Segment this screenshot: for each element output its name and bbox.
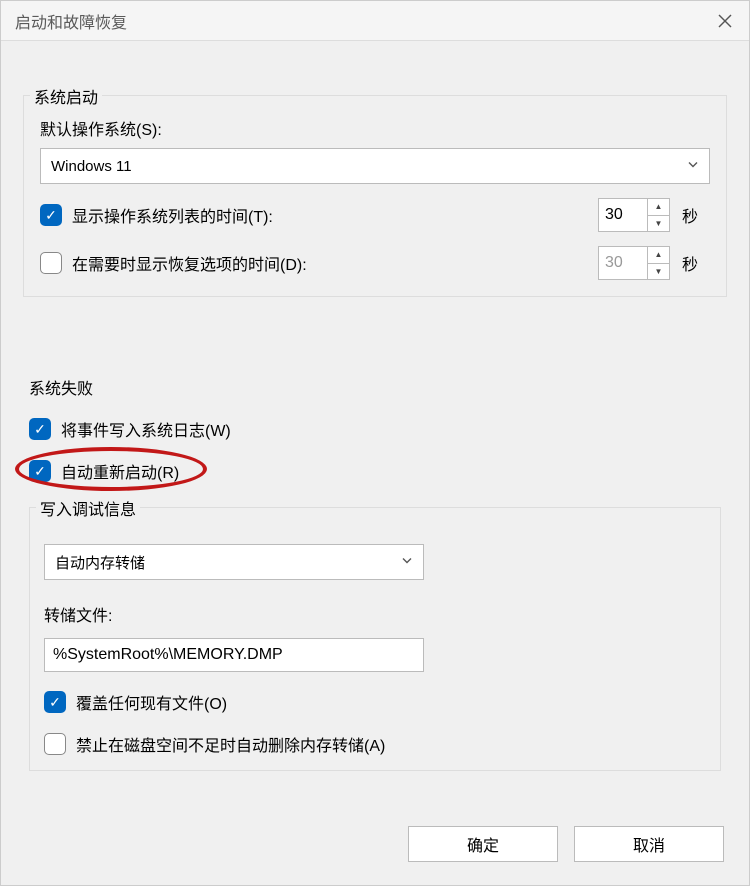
display-os-list-checkbox[interactable]: ✓ [40, 204, 62, 226]
no-autodelete-label: 禁止在磁盘空间不足时自动删除内存转储(A) [76, 732, 385, 756]
system-startup-legend: 系统启动 [30, 84, 102, 108]
dump-file-input[interactable] [44, 638, 424, 672]
display-os-list-spinner[interactable]: ▲ ▼ [598, 198, 670, 232]
system-failure-group: 系统失败 ✓ 将事件写入系统日志(W) ✓ 自动重新启动(R) 写入调试信息 自… [23, 371, 727, 779]
display-recovery-value [599, 247, 647, 279]
spinner-down-icon[interactable]: ▼ [648, 215, 669, 232]
spinner-up-icon[interactable]: ▲ [648, 199, 669, 215]
dialog-buttons: 确定 取消 [408, 826, 724, 862]
auto-restart-checkbox[interactable]: ✓ [29, 460, 51, 482]
display-recovery-label: 在需要时显示恢复选项的时间(D): [72, 251, 307, 275]
spinner-up-icon: ▲ [648, 247, 669, 263]
display-recovery-checkbox[interactable] [40, 252, 62, 274]
titlebar: 启动和故障恢复 [1, 1, 749, 41]
spinner-down-icon: ▼ [648, 263, 669, 280]
close-button[interactable] [711, 7, 739, 35]
system-failure-legend: 系统失败 [29, 375, 721, 399]
chevron-down-icon [687, 158, 699, 175]
write-event-label: 将事件写入系统日志(W) [61, 417, 231, 441]
display-os-list-label: 显示操作系统列表的时间(T): [72, 203, 273, 227]
dialog-title: 启动和故障恢复 [15, 9, 127, 33]
dump-type-select[interactable]: 自动内存转储 [44, 544, 424, 580]
startup-recovery-dialog: 启动和故障恢复 系统启动 默认操作系统(S): Windows 11 ✓ 显示操… [0, 0, 750, 886]
overwrite-label: 覆盖任何现有文件(O) [76, 690, 227, 714]
display-os-list-value[interactable] [599, 199, 647, 231]
seconds-unit: 秒 [682, 203, 710, 227]
write-event-checkbox[interactable]: ✓ [29, 418, 51, 440]
cancel-button[interactable]: 取消 [574, 826, 724, 862]
default-os-select[interactable]: Windows 11 [40, 148, 710, 184]
dump-file-label: 转储文件: [44, 602, 706, 626]
debug-info-legend: 写入调试信息 [36, 496, 140, 520]
seconds-unit: 秒 [682, 251, 710, 275]
chevron-down-icon [401, 554, 413, 571]
display-recovery-spinner: ▲ ▼ [598, 246, 670, 280]
ok-button[interactable]: 确定 [408, 826, 558, 862]
auto-restart-label: 自动重新启动(R) [61, 459, 179, 483]
debug-info-group: 写入调试信息 自动内存转储 转储文件: ✓ 覆盖任何现有文件(O) [29, 507, 721, 771]
default-os-label: 默认操作系统(S): [40, 116, 710, 140]
dialog-content: 系统启动 默认操作系统(S): Windows 11 ✓ 显示操作系统列表的时间… [1, 41, 749, 799]
no-autodelete-checkbox[interactable] [44, 733, 66, 755]
system-startup-group: 系统启动 默认操作系统(S): Windows 11 ✓ 显示操作系统列表的时间… [23, 95, 727, 297]
overwrite-checkbox[interactable]: ✓ [44, 691, 66, 713]
dump-type-value: 自动内存转储 [55, 552, 145, 573]
default-os-value: Windows 11 [51, 158, 132, 175]
